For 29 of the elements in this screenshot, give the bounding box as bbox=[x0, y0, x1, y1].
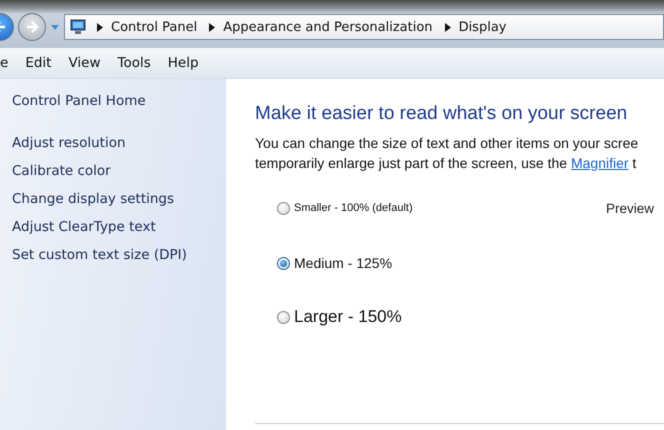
sidebar-link[interactable]: Control Panel Home bbox=[12, 93, 226, 109]
sidebar-link[interactable]: Calibrate color bbox=[12, 163, 226, 179]
breadcrumb-item[interactable]: Appearance and Personalization bbox=[223, 20, 433, 34]
sidebar-link[interactable]: Adjust ClearType text bbox=[12, 219, 226, 235]
chevron-icon bbox=[444, 22, 451, 32]
chevron-icon bbox=[209, 22, 216, 32]
breadcrumb-item[interactable]: Control Panel bbox=[111, 20, 198, 34]
sidebar-link[interactable]: Adjust resolution bbox=[12, 135, 226, 151]
menu-item[interactable]: Help bbox=[160, 55, 208, 71]
menu-item[interactable]: Edit bbox=[17, 55, 60, 71]
breadcrumb-item[interactable]: Display bbox=[458, 20, 506, 34]
address-bar[interactable]: Control Panel Appearance and Personalization Display bbox=[64, 14, 664, 40]
magnifier-link[interactable]: Magnifier bbox=[570, 155, 629, 171]
monitor-icon bbox=[69, 19, 87, 35]
size-radio-option[interactable]: Smaller - 100% (default) bbox=[277, 202, 413, 214]
page-title: Make it easier to read what's on your screen bbox=[255, 103, 628, 125]
chevron-icon bbox=[97, 22, 103, 32]
menu-item[interactable]: e bbox=[0, 55, 18, 71]
menu-item[interactable]: Tools bbox=[110, 55, 160, 71]
size-radio-option[interactable]: Medium - 125% bbox=[277, 255, 392, 271]
description-text: You can change the size of text and other items on your scree temporarily enlarge just part of the screen, use the Magnifier t bbox=[255, 134, 640, 173]
sidebar-link[interactable]: Change display settings bbox=[12, 191, 226, 207]
forward-button[interactable] bbox=[18, 13, 46, 41]
forward-arrow-icon bbox=[24, 19, 40, 35]
menu-item[interactable]: View bbox=[60, 55, 110, 71]
dropdown-caret-icon[interactable] bbox=[50, 23, 60, 31]
sidebar-link[interactable]: Set custom text size (DPI) bbox=[12, 247, 226, 263]
size-radio-option[interactable]: Larger - 150% bbox=[277, 307, 402, 327]
preview-label: Preview bbox=[606, 200, 654, 216]
